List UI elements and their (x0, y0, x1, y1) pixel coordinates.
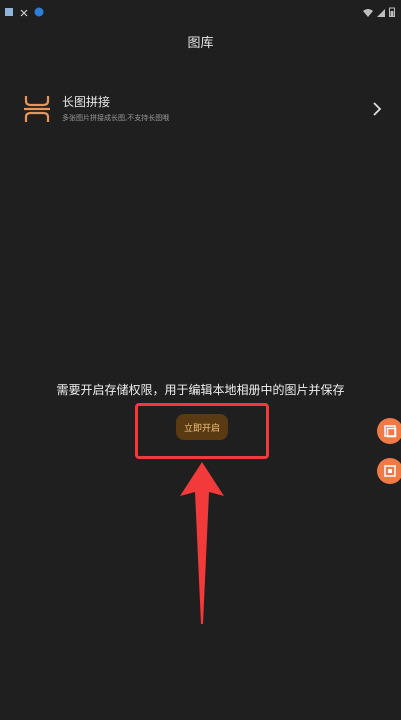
signal-icon (377, 2, 385, 21)
long-image-stitch-item[interactable]: 长图拼接 多张图片拼接成长图,不支持长图哦 (20, 88, 390, 130)
battery-icon (389, 2, 395, 21)
red-arrow-annotation (180, 462, 224, 624)
enable-now-button[interactable]: 立即开启 (176, 414, 228, 440)
notification-app-icon (4, 2, 14, 21)
frame-icon (384, 465, 396, 477)
float-crop-button[interactable] (377, 418, 401, 444)
feature-subtitle: 多张图片拼接成长图,不支持长图哦 (62, 114, 170, 122)
close-icon (20, 2, 28, 21)
wifi-icon (363, 2, 373, 21)
info-app-icon (34, 2, 44, 21)
chevron-right-icon (373, 102, 382, 116)
status-bar (0, 0, 401, 17)
float-frame-button[interactable] (377, 458, 401, 484)
page-title: 图库 (187, 36, 214, 51)
long-image-stitch-icon (24, 96, 50, 122)
crop-icon (384, 425, 397, 438)
permission-message: 需要开启存储权限，用于编辑本地相册中的图片并保存 (56, 383, 345, 397)
feature-title: 长图拼接 (62, 95, 111, 109)
